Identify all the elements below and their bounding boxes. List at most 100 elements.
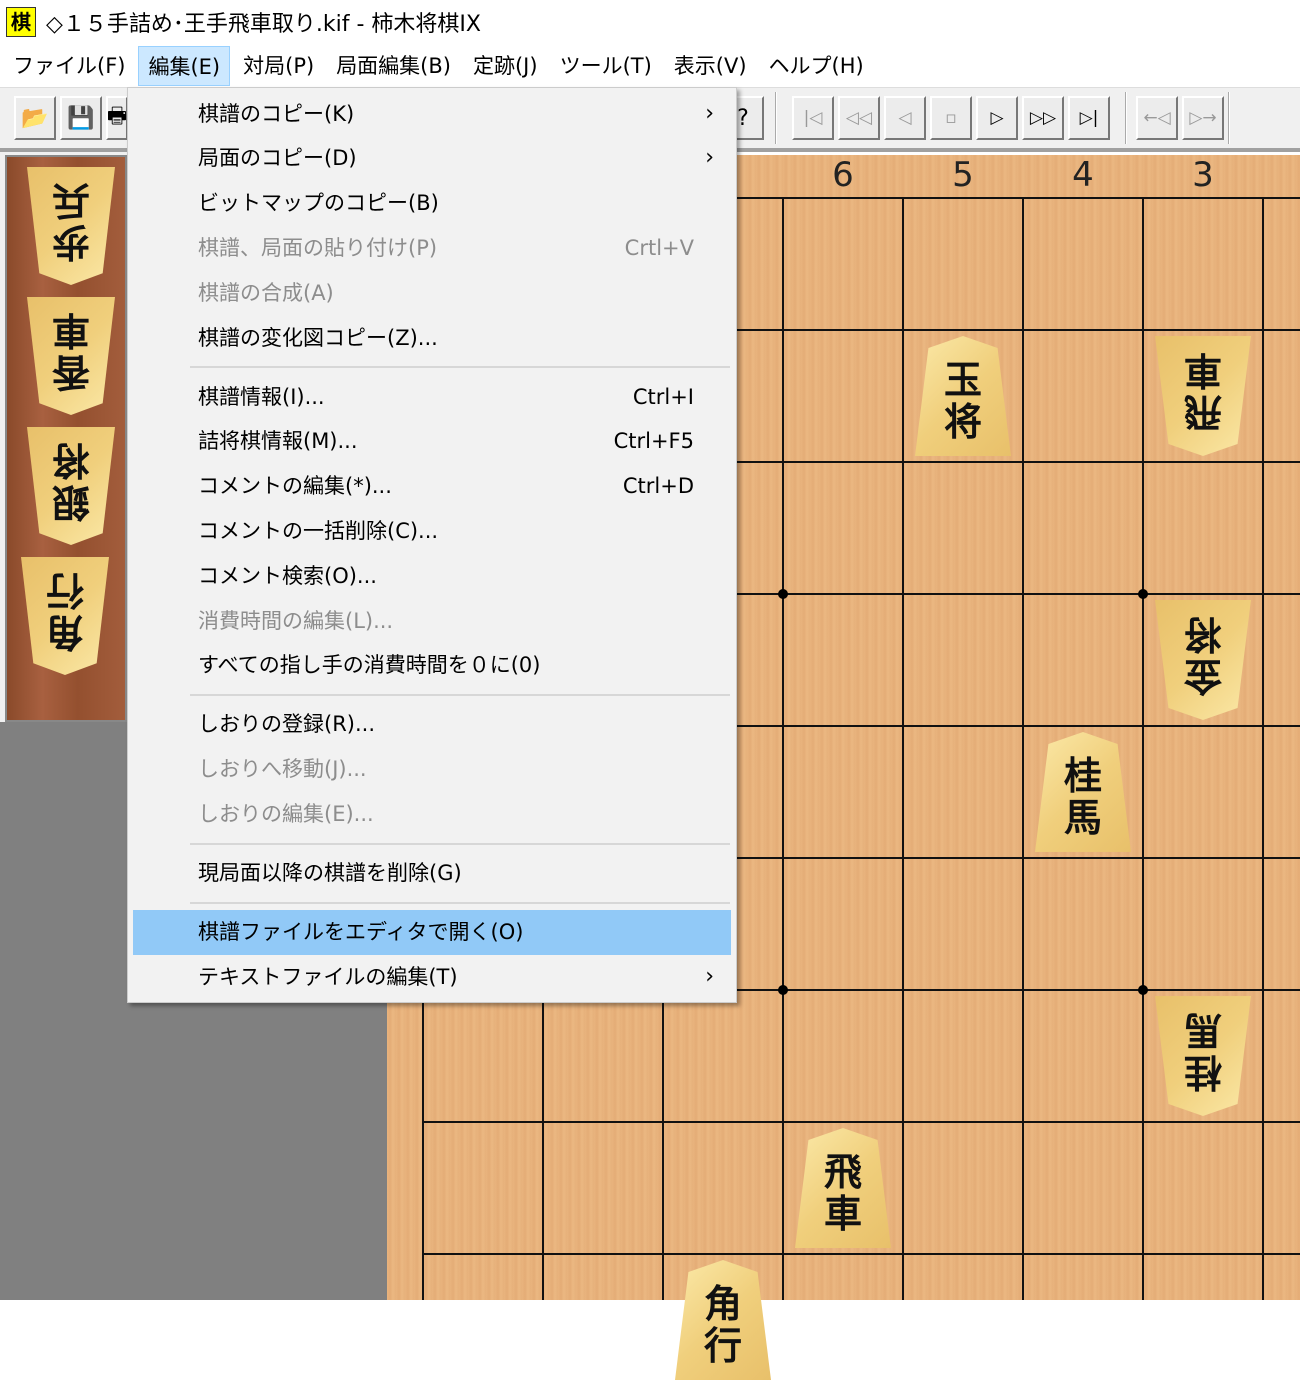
piece-char: 玉 — [943, 357, 982, 402]
stop-icon: ▫ — [945, 108, 957, 128]
menu-item[interactable]: しおりへ移動(J)... — [128, 747, 736, 792]
piece-char: 角 — [703, 1281, 742, 1326]
forward-icon: ▷ — [990, 108, 1004, 128]
grid-line — [782, 198, 784, 1300]
menu-6[interactable]: 表示(V) — [665, 46, 756, 86]
menu-item[interactable]: しおりの編集(E)... — [128, 792, 736, 837]
menu-item[interactable]: 現局面以降の棋譜を削除(G) — [128, 851, 736, 896]
piece-char: 将 — [52, 438, 91, 483]
menu-item[interactable]: コメントの一括削除(C)... — [128, 509, 736, 554]
menu-item-label: 現局面以降の棋譜を削除(G) — [198, 860, 462, 885]
save-button[interactable]: 💾 — [60, 96, 102, 140]
menu-3[interactable]: 局面編集(B) — [327, 46, 460, 86]
piece-char: 歩 — [52, 220, 91, 265]
menu-item[interactable]: ビットマップのコピー(B) — [128, 181, 736, 226]
piece-char: 桂 — [1063, 753, 1102, 798]
back-button[interactable]: ◁ — [884, 96, 926, 140]
piece-char: 桂 — [1184, 1050, 1223, 1095]
hand-piece[interactable]: 角行 — [21, 557, 109, 675]
prev-branch-button[interactable]: ←◁ — [1136, 96, 1178, 140]
piece-char: 将 — [1184, 612, 1223, 657]
menu-item-label: しおりへ移動(J)... — [198, 757, 367, 782]
hand-piece[interactable]: 香車 — [27, 297, 115, 415]
next-branch-button[interactable]: ▷→ — [1182, 96, 1224, 140]
menu-0[interactable]: ファイル(F) — [4, 46, 134, 86]
open-folder-button[interactable]: 📂 — [14, 96, 56, 140]
menu-item-shortcut: Ctrl+D — [622, 474, 694, 499]
fast-forward-icon: ▷▷ — [1029, 108, 1057, 128]
menu-item-label: すべての指し手の消費時間を０に(0) — [198, 653, 541, 678]
menu-item[interactable]: テキストファイルの編集(T) › — [128, 955, 736, 1000]
piece-char: 車 — [823, 1191, 862, 1236]
menu-item[interactable]: 消費時間の編集(L)... — [128, 599, 736, 644]
menu-item[interactable]: 棋譜の変化図コピー(Z)... — [128, 316, 736, 361]
prev-branch-icon: ←◁ — [1143, 108, 1171, 128]
menu-item[interactable]: 棋譜のコピー(K) › — [128, 92, 736, 137]
stop-button[interactable]: ▫ — [930, 96, 972, 140]
board-piece[interactable]: 飛車 — [1155, 336, 1251, 456]
piece-char: 銀 — [52, 480, 91, 525]
board-piece[interactable]: 玉将 — [915, 336, 1011, 456]
menu-item-label: 棋譜のコピー(K) — [198, 101, 355, 126]
piece-char: 車 — [1184, 348, 1223, 393]
board-piece[interactable]: 角行 — [675, 1260, 771, 1380]
print-icon: 🖶 — [106, 104, 128, 129]
menu-1[interactable]: 編集(E) — [138, 45, 231, 86]
menu-item-label: コメントの編集(*)... — [198, 474, 392, 499]
menu-item[interactable]: 棋譜ファイルをエディタで開く(O) — [133, 909, 731, 955]
hand-piece[interactable]: 歩兵 — [27, 167, 115, 285]
menu-separator — [128, 896, 736, 910]
menu-separator — [128, 688, 736, 702]
menu-item[interactable]: 棋譜、局面の貼り付け(P) Crtl+V — [128, 226, 736, 271]
print-button[interactable]: 🖶 — [106, 96, 128, 140]
grid-line — [423, 1121, 1300, 1123]
grid-line — [1022, 198, 1024, 1300]
first-move-icon: |◁ — [803, 108, 823, 128]
menu-item[interactable]: 棋譜情報(I)... Ctrl+I — [128, 375, 736, 420]
menu-item[interactable]: 棋譜の合成(A) — [128, 271, 736, 316]
hand-piece[interactable]: 銀将 — [27, 427, 115, 545]
save-icon: 💾 — [67, 105, 95, 131]
chevron-right-icon: › — [705, 100, 714, 126]
app-icon: 棋 — [6, 7, 36, 37]
fast-forward-button[interactable]: ▷▷ — [1022, 96, 1064, 140]
menu-item-label: コメントの一括削除(C)... — [198, 518, 439, 543]
menu-item[interactable]: しおりの登録(R)... — [128, 702, 736, 747]
board-piece[interactable]: 飛車 — [795, 1128, 891, 1248]
forward-button[interactable]: ▷ — [976, 96, 1018, 140]
menu-item[interactable]: コメントの編集(*)... Ctrl+D — [128, 464, 736, 509]
star-point — [778, 985, 788, 995]
board-piece[interactable]: 桂馬 — [1155, 996, 1251, 1116]
edit-menu-dropdown: 棋譜のコピー(K) › 局面のコピー(D) › ビットマップのコピー(B) 棋譜、局面の貼… — [127, 87, 737, 1003]
chevron-right-icon: › — [705, 145, 714, 171]
title-bar: 棋 ◇１５手詰め･王手飛車取り.kif - 柿木将棋IX — [0, 0, 1300, 44]
menu-4[interactable]: 定跡(J) — [464, 46, 547, 86]
piece-char: 角 — [46, 610, 85, 655]
gote-piece-stand: 歩兵香車銀将角行 — [5, 155, 127, 722]
menu-item-label: 棋譜の合成(A) — [198, 280, 334, 305]
last-move-icon: ▷| — [1079, 108, 1099, 128]
menu-5[interactable]: ツール(T) — [551, 46, 661, 86]
next-branch-icon: ▷→ — [1189, 108, 1217, 128]
piece-char: 金 — [1184, 654, 1223, 699]
menu-item[interactable]: 詰将棋情報(M)... Ctrl+F5 — [128, 419, 736, 464]
menu-item[interactable]: コメント検索(O)... — [128, 554, 736, 599]
board-piece[interactable]: 金将 — [1155, 600, 1251, 720]
menu-item-label: 詰将棋情報(M)... — [198, 429, 358, 454]
menu-item[interactable]: 局面のコピー(D) › — [128, 136, 736, 181]
menu-7[interactable]: ヘルプ(H) — [760, 46, 873, 86]
menu-item-label: 棋譜の変化図コピー(Z)... — [198, 325, 438, 350]
column-label: 5 — [952, 155, 974, 195]
column-label: 3 — [1192, 155, 1214, 195]
menu-item-label: 消費時間の編集(L)... — [198, 608, 394, 633]
board-piece[interactable]: 桂馬 — [1035, 732, 1131, 852]
last-move-button[interactable]: ▷| — [1068, 96, 1110, 140]
menu-item[interactable]: すべての指し手の消費時間を０に(0) — [128, 643, 736, 688]
menu-item-label: 棋譜情報(I)... — [198, 384, 325, 409]
piece-char: 香 — [52, 350, 91, 395]
piece-char: 行 — [46, 568, 85, 613]
first-move-button[interactable]: |◁ — [792, 96, 834, 140]
fast-back-button[interactable]: ◁◁ — [838, 96, 880, 140]
menu-2[interactable]: 対局(P) — [234, 46, 323, 86]
grid-line — [1142, 198, 1144, 1300]
